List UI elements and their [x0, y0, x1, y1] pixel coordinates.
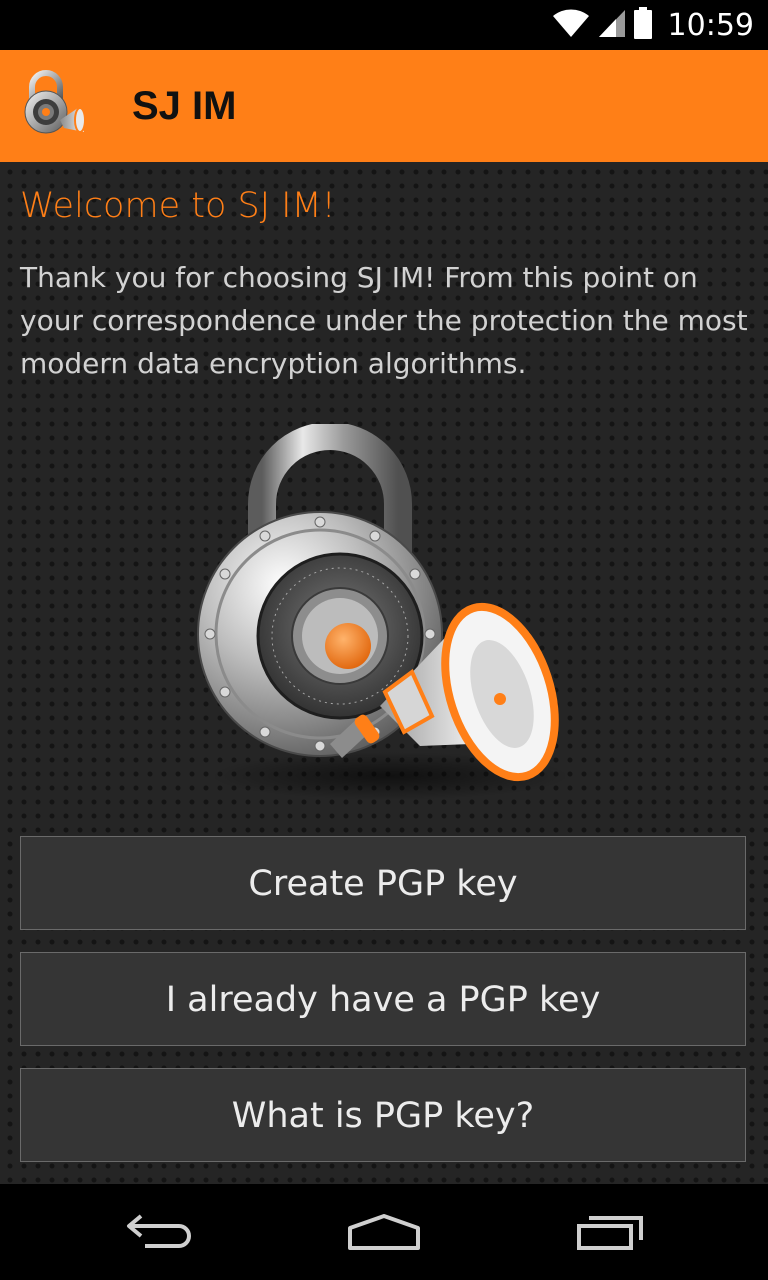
cell-signal-icon [598, 8, 626, 42]
back-icon[interactable] [80, 1184, 240, 1280]
welcome-text: Thank you for choosing SJ IM! From this … [20, 261, 748, 380]
main-content: Welcome to SJ IM! Thank you for choosing… [0, 162, 768, 1184]
already-have-pgp-key-button[interactable]: I already have a PGP key [20, 952, 746, 1046]
screen: 10:59 SJ IM Welcome to SJ IM! Thank you … [0, 0, 768, 1280]
status-icons: 10:59 [552, 0, 754, 50]
navigation-bar [0, 1184, 768, 1280]
app-title: SJ IM [132, 84, 237, 128]
padlock-megaphone-icon [190, 422, 580, 804]
padlock-megaphone-icon[interactable] [20, 70, 90, 142]
battery-icon [633, 7, 652, 43]
create-pgp-key-button[interactable]: Create PGP key [20, 836, 746, 930]
welcome-title: Welcome to SJ IM! [20, 186, 336, 226]
app-bar: SJ IM [0, 50, 768, 162]
recent-apps-icon[interactable] [530, 1184, 690, 1280]
wifi-icon [552, 8, 590, 42]
what-is-pgp-key-button[interactable]: What is PGP key? [20, 1068, 746, 1162]
status-time: 10:59 [667, 7, 754, 43]
home-icon[interactable] [304, 1184, 464, 1280]
status-bar: 10:59 [0, 0, 768, 50]
